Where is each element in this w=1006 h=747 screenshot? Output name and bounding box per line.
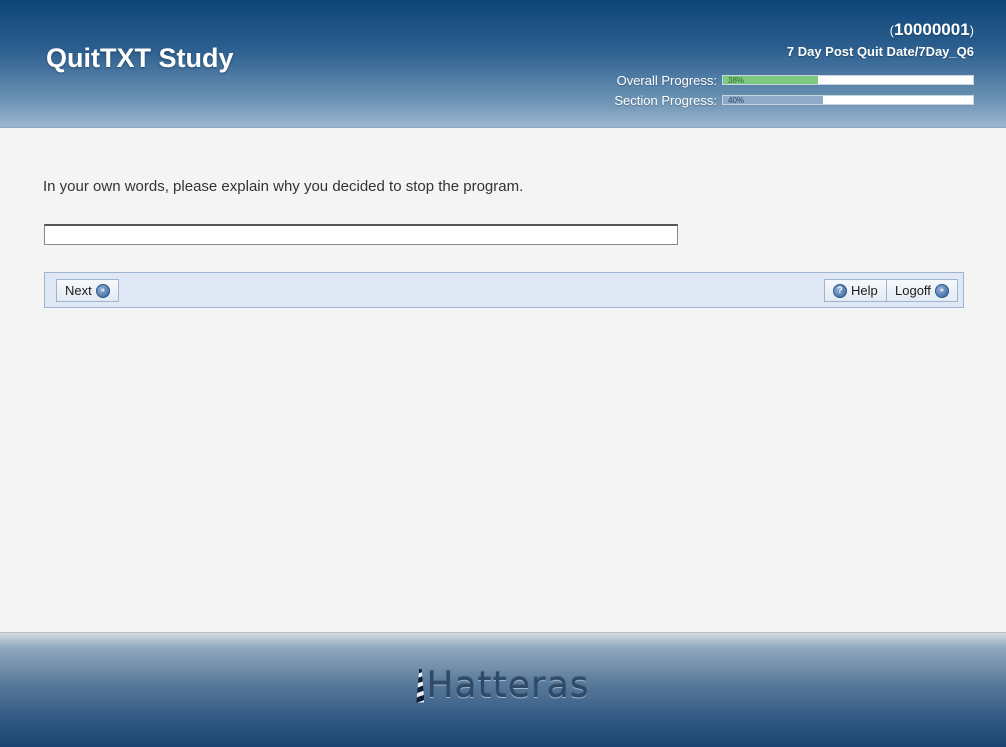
- overall-progress: Overall Progress: 38%: [616, 72, 974, 88]
- footer: Hatteras: [0, 632, 1006, 747]
- lighthouse-icon: [416, 668, 425, 703]
- navigation-bar: Next » ? Help Logoff »: [44, 272, 964, 308]
- section-progress-label: Section Progress:: [614, 92, 717, 108]
- section-name: 7 Day Post Quit Date/7Day_Q6: [786, 44, 974, 59]
- participant-paren-close: ): [969, 23, 974, 38]
- question-text: In your own words, please explain why yo…: [43, 178, 524, 195]
- logoff-button-label: Logoff: [895, 283, 931, 298]
- overall-progress-bar: 38%: [722, 75, 974, 85]
- forward-arrow-icon: »: [95, 283, 110, 298]
- section-progress: Section Progress: 40%: [614, 92, 974, 108]
- help-icon: ?: [833, 283, 847, 298]
- forward-arrow-icon: »: [934, 283, 949, 298]
- header: QuitTXT Study (10000001) 7 Day Post Quit…: [0, 0, 1006, 128]
- study-title: QuitTXT Study: [46, 43, 234, 73]
- section-progress-percent: 40%: [728, 96, 745, 105]
- next-button-label: Next: [65, 283, 92, 298]
- participant-id-value: 10000001: [894, 20, 970, 39]
- help-button[interactable]: ? Help: [824, 279, 887, 302]
- help-button-label: Help: [851, 283, 878, 298]
- logoff-button[interactable]: Logoff »: [886, 279, 958, 302]
- participant-id: (10000001): [890, 20, 974, 40]
- logo-text: Hatteras: [426, 665, 590, 706]
- overall-progress-label: Overall Progress:: [616, 72, 717, 88]
- hatteras-logo: Hatteras: [0, 665, 1006, 706]
- answer-input[interactable]: [44, 224, 678, 245]
- overall-progress-percent: 38%: [728, 76, 745, 85]
- section-progress-bar: 40%: [722, 95, 974, 105]
- next-button[interactable]: Next »: [56, 279, 119, 302]
